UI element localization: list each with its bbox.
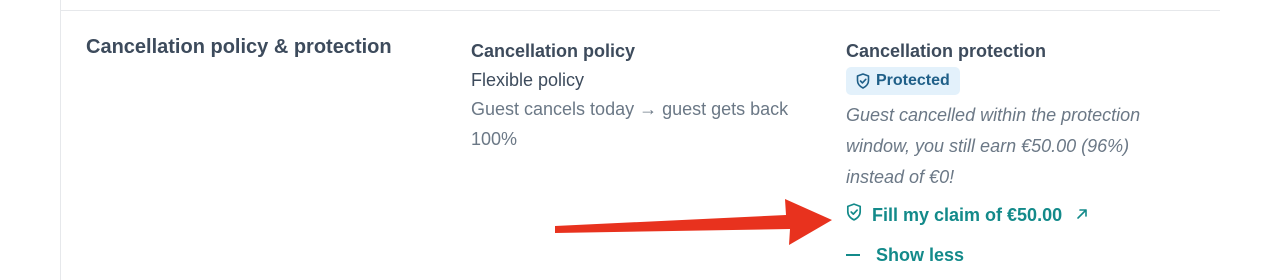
red-arrow-annotation: [555, 199, 832, 245]
cancellation-section: Cancellation policy & protection Cancell…: [0, 0, 1284, 280]
